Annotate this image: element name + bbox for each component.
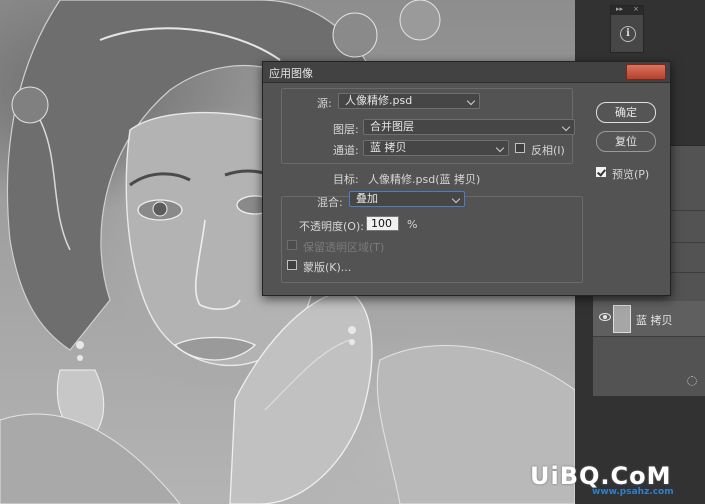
- layer-thumbnail: [613, 305, 631, 333]
- opacity-unit: %: [407, 218, 418, 231]
- collapse-arrows-icon[interactable]: ▸▸: [616, 5, 623, 13]
- opacity-label: 不透明度(O):: [299, 220, 364, 233]
- channel-value: 蓝 拷贝: [370, 141, 407, 154]
- watermark-url: www.psahz.com: [592, 487, 674, 497]
- dialog-titlebar[interactable]: 应用图像: [263, 62, 670, 83]
- ok-button[interactable]: 确定: [596, 102, 656, 123]
- layer-row-active[interactable]: 蓝 拷贝: [593, 301, 705, 337]
- panel-footer-icon[interactable]: [687, 376, 697, 386]
- apply-image-dialog: 应用图像 源: 人像精修.psd 图层: 合并图层 通道: 蓝 拷贝 反相(I)…: [262, 61, 671, 296]
- close-icon[interactable]: ×: [633, 5, 639, 13]
- blending-label: 混合:: [317, 196, 343, 209]
- info-mini-panel: ▸▸ × i: [610, 5, 644, 53]
- visibility-eye-icon[interactable]: [599, 313, 611, 321]
- preview-checkbox[interactable]: [596, 167, 606, 177]
- source-value: 人像精修.psd: [345, 94, 413, 107]
- layer-name: 蓝 拷贝: [636, 314, 673, 327]
- invert-checkbox[interactable]: [515, 143, 525, 153]
- preserve-transparency-checkbox[interactable]: [287, 240, 297, 250]
- mask-label[interactable]: 蒙版(K)...: [303, 259, 351, 275]
- opacity-input[interactable]: 100: [366, 216, 399, 231]
- source-label: 源:: [317, 97, 332, 110]
- chevron-down-icon: [561, 122, 571, 132]
- chevron-down-icon: [495, 143, 505, 153]
- blending-value: 叠加: [356, 192, 378, 205]
- watermark-logo: UiBQ.CoM: [530, 462, 672, 490]
- dialog-title: 应用图像: [269, 67, 313, 80]
- reset-button[interactable]: 复位: [596, 131, 656, 152]
- layer-label: 图层:: [333, 123, 359, 136]
- mini-panel-header: ▸▸ ×: [611, 5, 643, 15]
- preserve-transparency-label: 保留透明区域(T): [303, 241, 385, 254]
- chevron-down-icon: [466, 96, 476, 106]
- info-icon[interactable]: i: [620, 26, 636, 42]
- target-value: 人像精修.psd(蓝 拷贝): [368, 173, 481, 186]
- layer-value: 合并图层: [370, 120, 414, 133]
- channel-select[interactable]: 蓝 拷贝: [363, 140, 509, 156]
- blending-select[interactable]: 叠加: [349, 191, 465, 207]
- mask-checkbox[interactable]: [287, 260, 297, 270]
- invert-label[interactable]: 反相(I): [531, 142, 565, 158]
- close-button[interactable]: [626, 64, 666, 80]
- layer-select[interactable]: 合并图层: [363, 119, 575, 135]
- channel-label: 通道:: [333, 144, 359, 157]
- source-select[interactable]: 人像精修.psd: [338, 93, 480, 109]
- chevron-down-icon: [451, 194, 461, 204]
- preview-label[interactable]: 预览(P): [612, 166, 649, 182]
- target-label: 目标:: [333, 173, 359, 186]
